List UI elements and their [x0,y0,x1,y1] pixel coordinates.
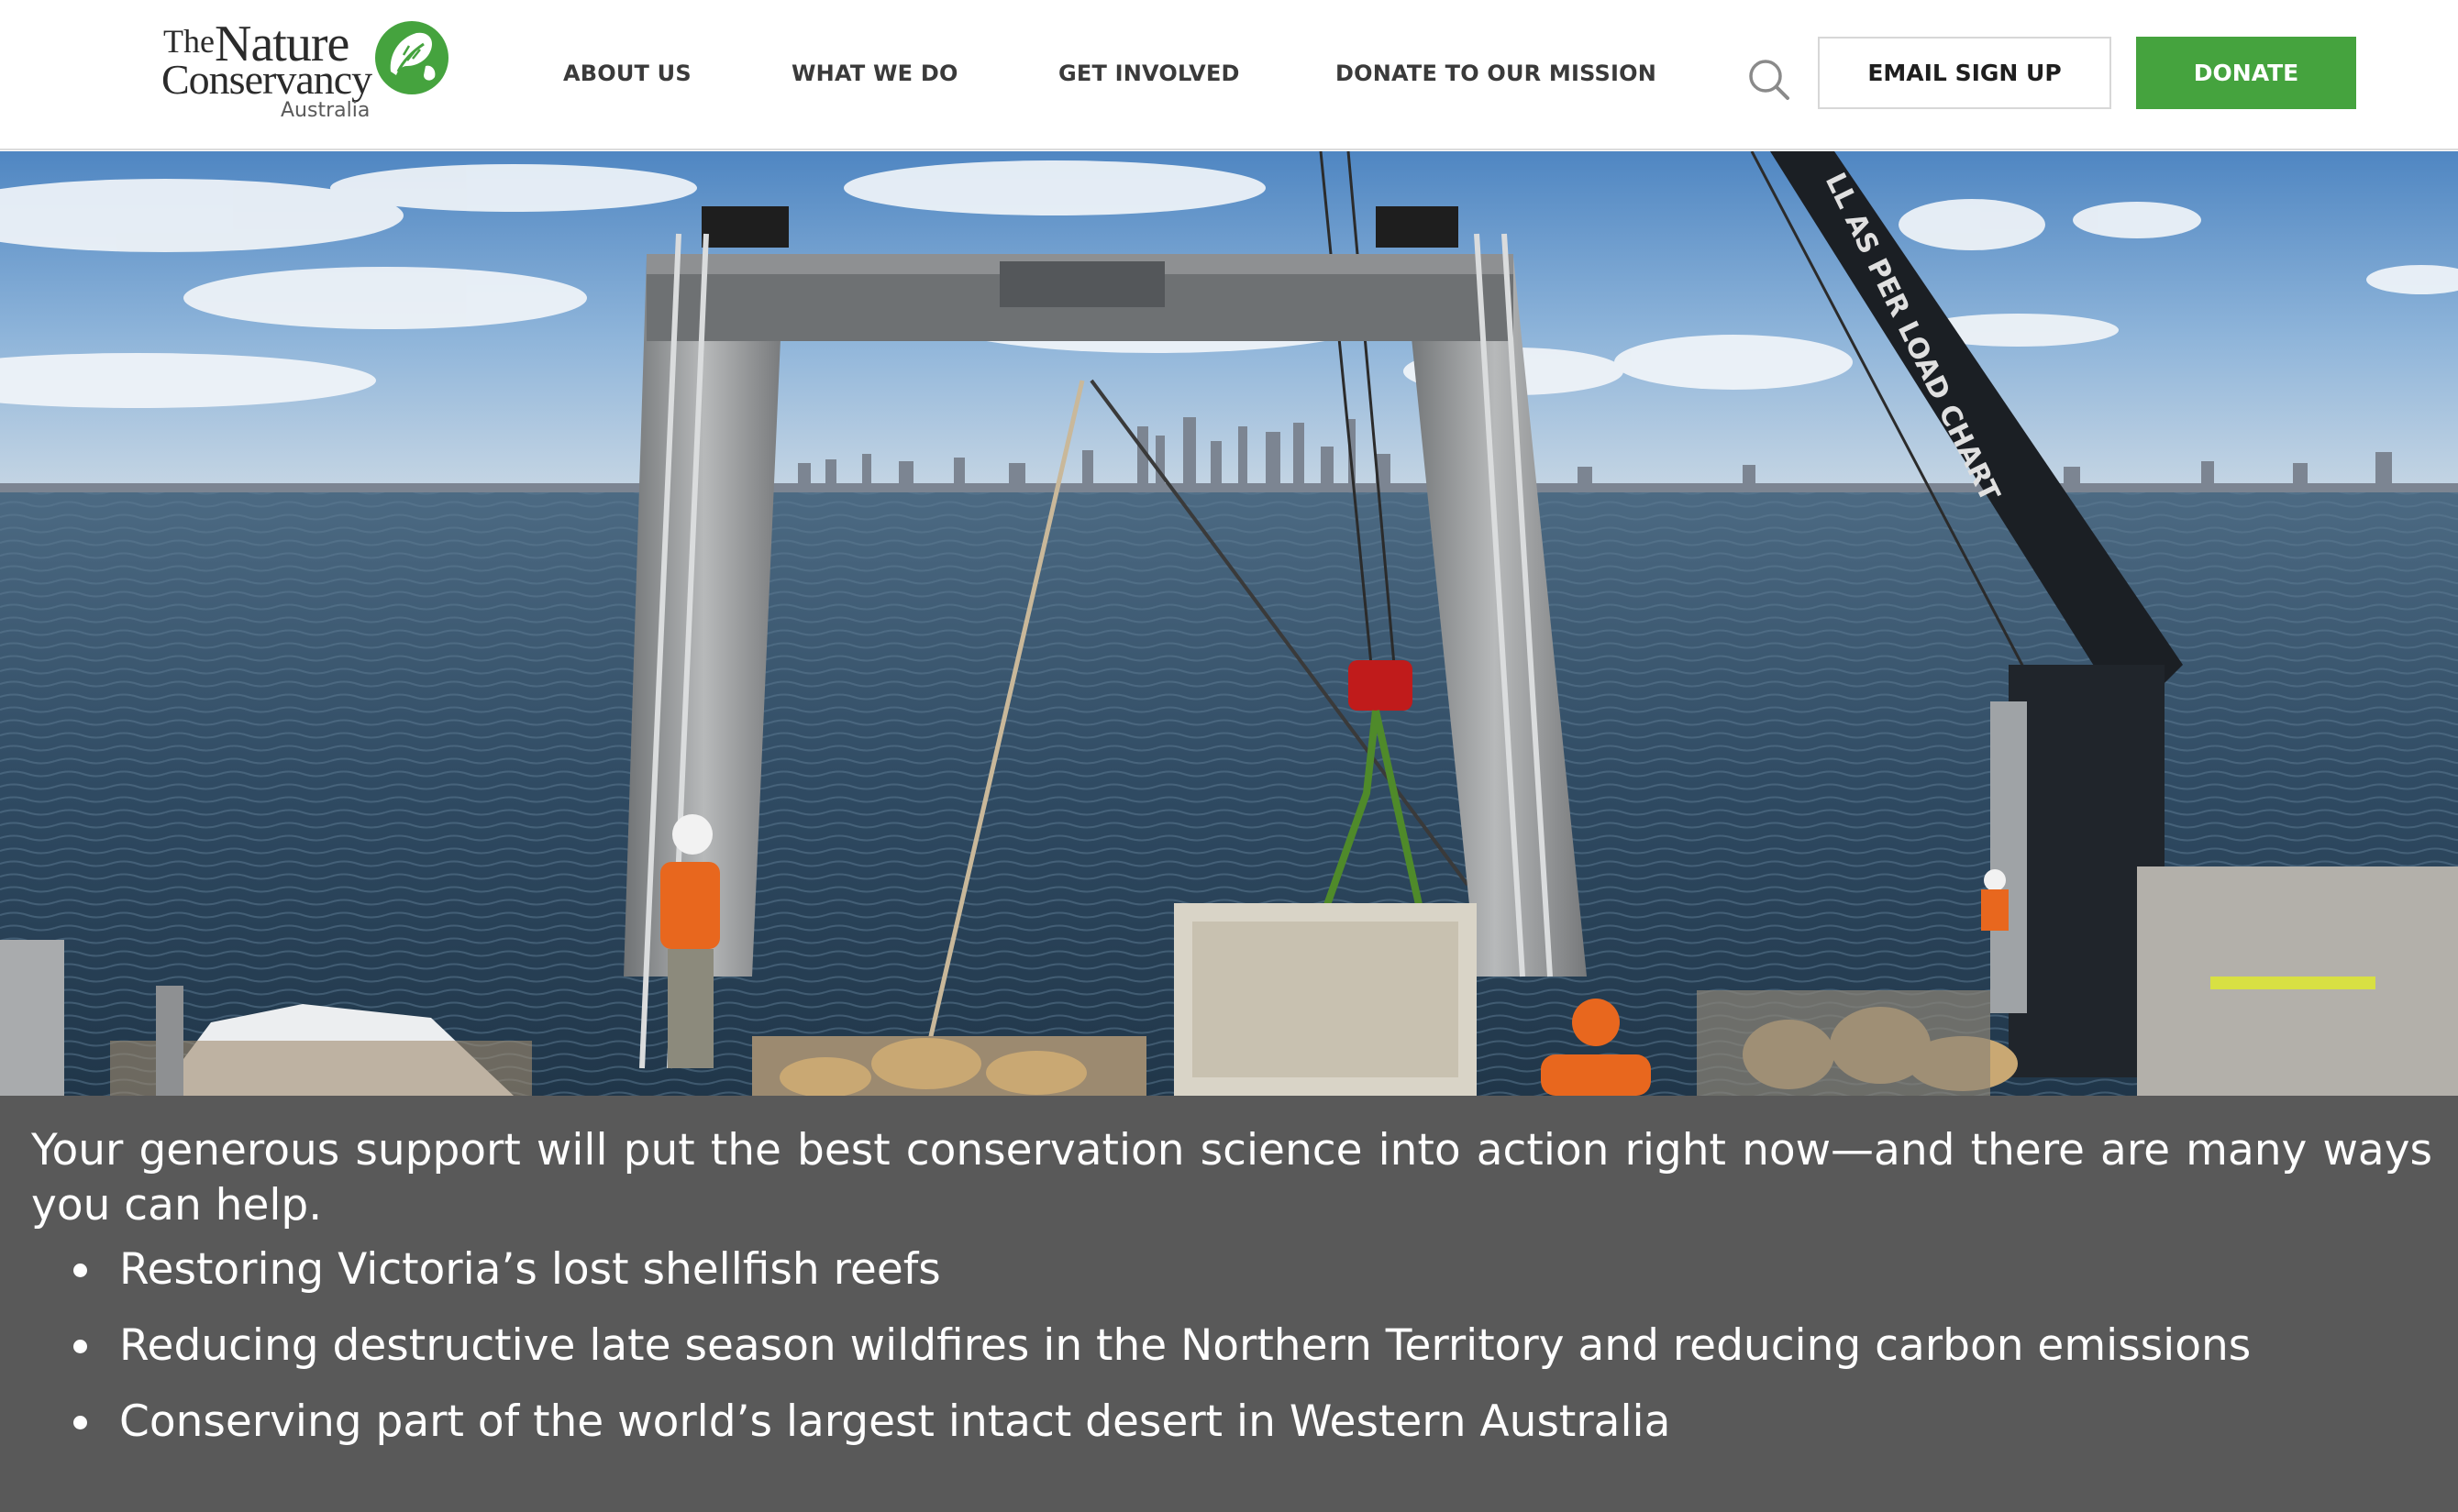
nav-donate-to-our-mission[interactable]: DONATE TO OUR MISSION [1335,61,1656,86]
bullet-dot-icon [73,1416,87,1429]
email-signup-button[interactable]: EMAIL SIGN UP [1818,37,2111,109]
leaf-globe-icon [375,21,448,94]
list-item-text: Reducing destructive late season wildfir… [119,1320,2252,1371]
tnc-logo[interactable]: The Nature Conservancy Australia [161,15,455,128]
hero-photo: LL AS PER LOAD CHART [0,151,2458,1096]
list-item-text: Conserving part of the world’s largest i… [119,1396,1671,1447]
list-item-text: Restoring Victoria’s lost shellfish reef… [119,1244,941,1295]
nav-get-involved[interactable]: GET INVOLVED [1058,61,1240,86]
donate-button[interactable]: DONATE [2136,37,2356,109]
support-lead-text: Your generous support will put the best … [31,1125,2432,1231]
search-icon[interactable] [1746,57,1792,103]
logo-text-country: Australia [281,99,371,122]
bullet-dot-icon [73,1264,87,1277]
list-item: Restoring Victoria’s lost shellfish reef… [73,1242,2251,1297]
site-header: The Nature Conservancy Australia ABOUT U… [0,0,2458,150]
support-panel: Your generous support will put the best … [0,1096,2458,1512]
nav-what-we-do[interactable]: WHAT WE DO [792,61,958,86]
nav-about-us[interactable]: ABOUT US [563,61,692,86]
logo-text-conservancy: Conservancy [161,56,372,103]
list-item: Reducing destructive late season wildfir… [73,1319,2251,1374]
bullet-dot-icon [73,1340,87,1353]
reef-restoration-photo: LL AS PER LOAD CHART [0,151,2458,1096]
list-item: Conserving part of the world’s largest i… [73,1395,2251,1450]
support-list: Restoring Victoria’s lost shellfish reef… [73,1242,2251,1471]
